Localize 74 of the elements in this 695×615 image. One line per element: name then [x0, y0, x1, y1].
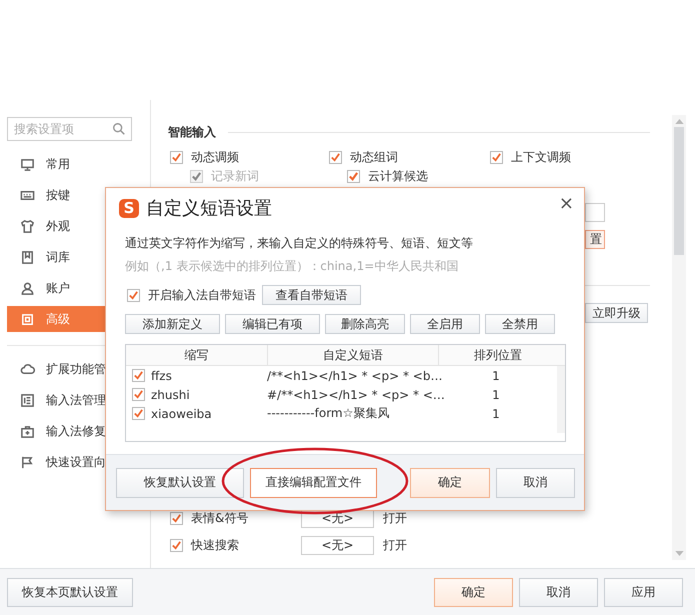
table-cell: 1 [492, 388, 500, 402]
scrollbar[interactable] [672, 115, 686, 560]
dialog-button[interactable]: 应用 [604, 578, 683, 606]
sidebar-item[interactable]: 输入法修复 [7, 418, 150, 444]
monitor-icon [20, 156, 35, 172]
checkbox-option[interactable]: 表情&符号 [170, 510, 301, 527]
list-icon [20, 392, 35, 408]
reset-button[interactable]: 恢复本页默认设置 [7, 578, 133, 606]
description-text: 通过英文字符作为缩写，来输入自定义的特殊符号、短语、短文等 [125, 235, 474, 252]
check-icon [128, 290, 139, 300]
sidebar-item[interactable]: 输入法管理 [7, 387, 150, 413]
dialog-button[interactable]: 取消 [496, 468, 575, 498]
cloud-icon [20, 362, 35, 376]
dialog-button[interactable]: 直接编辑配置文件 [250, 468, 377, 498]
action-button[interactable]: 编辑已有项 [225, 314, 320, 334]
sidebar-item[interactable]: 常用 [7, 151, 150, 177]
check-icon [491, 152, 502, 163]
table-cell: -----------form☆聚集风 [267, 405, 390, 422]
dialog-title: 自定义短语设置 [146, 197, 272, 220]
table-cell: ffzs [151, 368, 172, 382]
close-button[interactable]: × [556, 194, 576, 214]
input-field[interactable] [585, 203, 605, 222]
search-icon [112, 122, 126, 136]
action-button[interactable]: 全禁用 [485, 314, 555, 334]
dialog-button[interactable]: 确定 [410, 468, 490, 498]
table-cell: 1 [492, 406, 500, 420]
table-cell: /**<h1></h1> * <p> * <b… [267, 368, 442, 382]
checkbox-option[interactable]: 上下文调频 [490, 149, 571, 166]
column-header[interactable]: 排列位置 [439, 345, 557, 365]
table-cell: 1 [492, 368, 500, 382]
checkbox[interactable] [132, 388, 145, 401]
scroll-down-icon[interactable] [674, 551, 684, 556]
check-icon [348, 170, 359, 182]
check-icon [171, 152, 182, 163]
check-icon [330, 152, 341, 163]
book-icon [20, 250, 35, 264]
action-button[interactable]: 全启用 [410, 314, 480, 334]
scroll-up-icon[interactable] [674, 119, 684, 124]
checkbox-option[interactable]: 动态组词 [329, 149, 398, 166]
checkbox[interactable] [132, 407, 145, 420]
checkbox-option[interactable]: 快速搜索 [170, 537, 301, 554]
table-cell: xiaoweiba [151, 406, 212, 420]
upgrade-button[interactable]: 立即升级 [585, 303, 648, 323]
toolbox-icon [20, 424, 35, 438]
flag-icon [20, 454, 35, 470]
person-icon [20, 280, 35, 296]
dialog-button[interactable]: 确定 [434, 578, 513, 606]
settings-button[interactable]: 置 [585, 230, 605, 249]
view-phrases-button[interactable]: 查看自带短语 [262, 285, 361, 305]
table-cell: #/**<h1></h1> * <p> * <… [267, 388, 445, 402]
checkbox[interactable] [132, 369, 145, 382]
check-icon [171, 540, 182, 551]
check-icon [171, 513, 182, 524]
dialog-button[interactable]: 取消 [519, 578, 598, 606]
table-cell: zhushi [151, 388, 190, 402]
dialog-button[interactable]: 恢复默认设置 [116, 468, 244, 498]
checkbox-option[interactable]: 云计算候选 [347, 168, 428, 184]
checkbox-option[interactable]: 开启输入法自带短语 [127, 286, 256, 304]
example-text: 例如（,1 表示候选中的排列位置）：china,1=中华人民共和国 [125, 258, 460, 275]
column-header[interactable]: 自定义短语 [268, 345, 439, 365]
section-title: 智能输入 [168, 124, 216, 140]
action-button[interactable]: 删除高亮 [325, 314, 405, 334]
action-button[interactable]: 添加新定义 [125, 314, 220, 334]
column-header[interactable]: 缩写 [126, 345, 268, 365]
shirt-icon [20, 218, 35, 234]
hotkey-field[interactable]: <无> [301, 536, 374, 555]
scrollbar[interactable] [557, 366, 565, 433]
check-icon [191, 170, 202, 182]
search-field[interactable]: 搜索设置项 [7, 117, 132, 141]
checkbox-option[interactable]: 动态调频 [170, 149, 239, 166]
shortcut-action[interactable]: 打开 [383, 510, 407, 527]
app-logo: S [119, 198, 139, 218]
scroll-thumb[interactable] [674, 127, 684, 255]
shortcut-action[interactable]: 打开 [383, 537, 407, 554]
